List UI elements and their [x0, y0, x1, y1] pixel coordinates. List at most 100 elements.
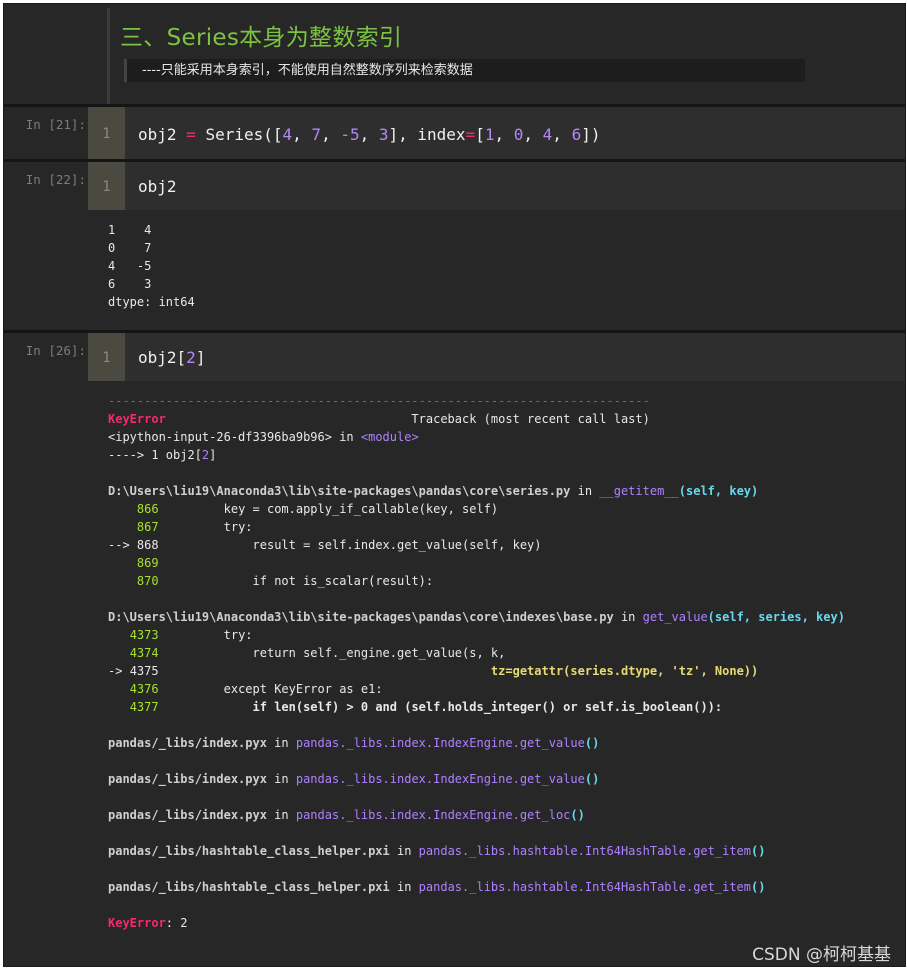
in-text: in: [331, 430, 361, 444]
input-ref: <ipython-input-26-df3396ba9b96>: [108, 430, 332, 444]
output-line: 1 4: [108, 223, 152, 237]
source-line-number: 4374: [129, 646, 159, 660]
output-line: 6 3: [108, 277, 152, 291]
watermark: CSDN @柯柯基基: [752, 945, 891, 965]
source-line-number: 4377: [129, 700, 159, 714]
code-token: -5: [340, 125, 360, 144]
code-editor-26[interactable]: [125, 333, 905, 381]
line-prefix: [108, 700, 130, 714]
code-token: =: [186, 125, 196, 144]
line-prefix: [108, 520, 137, 534]
code-cell-26[interactable]: In [26]: 1 obj2[2]: [4, 333, 905, 381]
code-token: obj2: [138, 125, 187, 144]
line-prefix: [108, 502, 137, 516]
output-line: 4 -5: [108, 259, 152, 273]
error-name: KeyError: [108, 412, 166, 426]
markdown-heading: 三、Series本身为整数索引: [120, 25, 403, 51]
source-line-number: 4375: [129, 664, 159, 678]
code-token: ,: [359, 125, 379, 144]
source-line-number: 870: [136, 574, 159, 588]
code-token: ,: [494, 125, 514, 144]
code-editor-22[interactable]: [125, 162, 905, 210]
code-line[interactable]: obj2[2]: [138, 348, 205, 367]
code-token: ,: [523, 125, 543, 144]
frame-file: pandas/_libs/hashtable_class_helper.pxi: [108, 880, 390, 894]
cell-output-22: 1 4 0 7 4 -5 6 3 dtype: int64: [108, 221, 195, 311]
module-ref: <module>: [360, 430, 419, 444]
in-text: in: [266, 736, 296, 750]
in-text: in: [266, 808, 296, 822]
code-line[interactable]: obj2 = Series([4, 7, -5, 3], index=[1, 0…: [138, 125, 600, 144]
in-text: in: [389, 880, 419, 894]
code-token: 0: [513, 125, 524, 144]
code-token: ]): [581, 125, 601, 144]
code-token: ]: [209, 448, 217, 462]
final-error-name: KeyError: [108, 916, 166, 930]
source-line-number: 867: [136, 520, 159, 534]
markdown-blockquote: ----只能采用本身索引，不能使用自然整数序列来检索数据: [124, 59, 805, 82]
frame-file: pandas/_libs/index.pyx: [108, 808, 267, 822]
code-token: 4: [282, 125, 293, 144]
frame-args: (): [751, 844, 766, 858]
code-line[interactable]: obj2: [138, 177, 177, 196]
code-token: 4: [542, 125, 553, 144]
code-cell-22[interactable]: In [22]: 1 obj2: [4, 162, 905, 210]
line-prefix: [108, 574, 137, 588]
source-line: key = com.apply_if_callable(key, self): [158, 502, 499, 516]
cell-prompt-22: In [22]:: [25, 172, 86, 187]
line-prefix: ->: [108, 664, 130, 678]
markdown-cell-bar: [107, 8, 110, 104]
frame-args: (): [584, 736, 600, 750]
frame-file: D:\Users\liu19\Anaconda3\lib\site-packag…: [108, 484, 571, 498]
source-line: if len(self) > 0 and (self.holds_integer…: [158, 700, 723, 714]
frame-file: pandas/_libs/hashtable_class_helper.pxi: [108, 844, 390, 858]
source-line-number: 868: [136, 538, 159, 552]
line-number: 1: [102, 126, 111, 142]
source-line-number: 4376: [129, 682, 159, 696]
code-token: ]: [195, 348, 206, 367]
code-token: obj2[: [138, 348, 187, 367]
code-token: ,: [292, 125, 312, 144]
code-token: [: [475, 125, 485, 144]
frame-func: pandas._libs.index.IndexEngine.get_value: [295, 772, 585, 786]
in-text: in: [389, 844, 419, 858]
source-line-number: 4373: [129, 628, 159, 642]
code-token: 7: [311, 125, 322, 144]
frame-args: (): [584, 772, 600, 786]
markdown-cell[interactable]: 三、Series本身为整数索引 ----只能采用本身索引，不能使用自然整数序列来…: [4, 4, 905, 104]
source-line: tz=getattr(series.dtype, 'tz', None)): [158, 664, 759, 678]
line-prefix: [108, 646, 130, 660]
frame-file: D:\Users\liu19\Anaconda3\lib\site-packag…: [108, 610, 614, 624]
line-prefix: -->: [108, 538, 137, 552]
frame-file: pandas/_libs/index.pyx: [108, 772, 267, 786]
frame-func: pandas._libs.hashtable.Int64HashTable.ge…: [418, 844, 752, 858]
in-text: in: [570, 484, 600, 498]
frame-func: get_value: [642, 610, 708, 624]
source-line-number: 869: [136, 556, 159, 570]
code-token: Series([: [195, 125, 283, 144]
frame-args: (): [570, 808, 585, 822]
frame-func: pandas._libs.index.IndexEngine.get_loc: [295, 808, 571, 822]
source-line: try:: [158, 520, 253, 534]
frame-file: pandas/_libs/index.pyx: [108, 736, 267, 750]
output-line: dtype: int64: [108, 295, 195, 309]
line-prefix: [108, 682, 130, 696]
traceback-divider: ----------------------------------------…: [108, 394, 650, 408]
frame-args: (self, series, key): [707, 610, 845, 624]
final-error-message: : 2: [165, 916, 188, 930]
output-line: 0 7: [108, 241, 152, 255]
code-cell-21[interactable]: In [21]: 1 obj2 = Series([4, 7, -5, 3], …: [4, 107, 905, 159]
source-line: except KeyError as e1:: [158, 682, 383, 696]
traceback-output: ----------------------------------------…: [108, 392, 845, 932]
line-prefix: [108, 556, 137, 570]
line-number: 1: [102, 350, 111, 366]
code-token: 3: [378, 125, 389, 144]
code-token: =: [465, 125, 476, 144]
frame-args: (self, key): [678, 484, 759, 498]
source-line: result = self.index.get_value(self, key): [158, 538, 542, 552]
line-number: 1: [102, 179, 111, 195]
code-token: ,: [321, 125, 341, 144]
cell-prompt-21: In [21]:: [25, 117, 86, 132]
code-token: 6: [571, 125, 582, 144]
in-text: in: [613, 610, 643, 624]
